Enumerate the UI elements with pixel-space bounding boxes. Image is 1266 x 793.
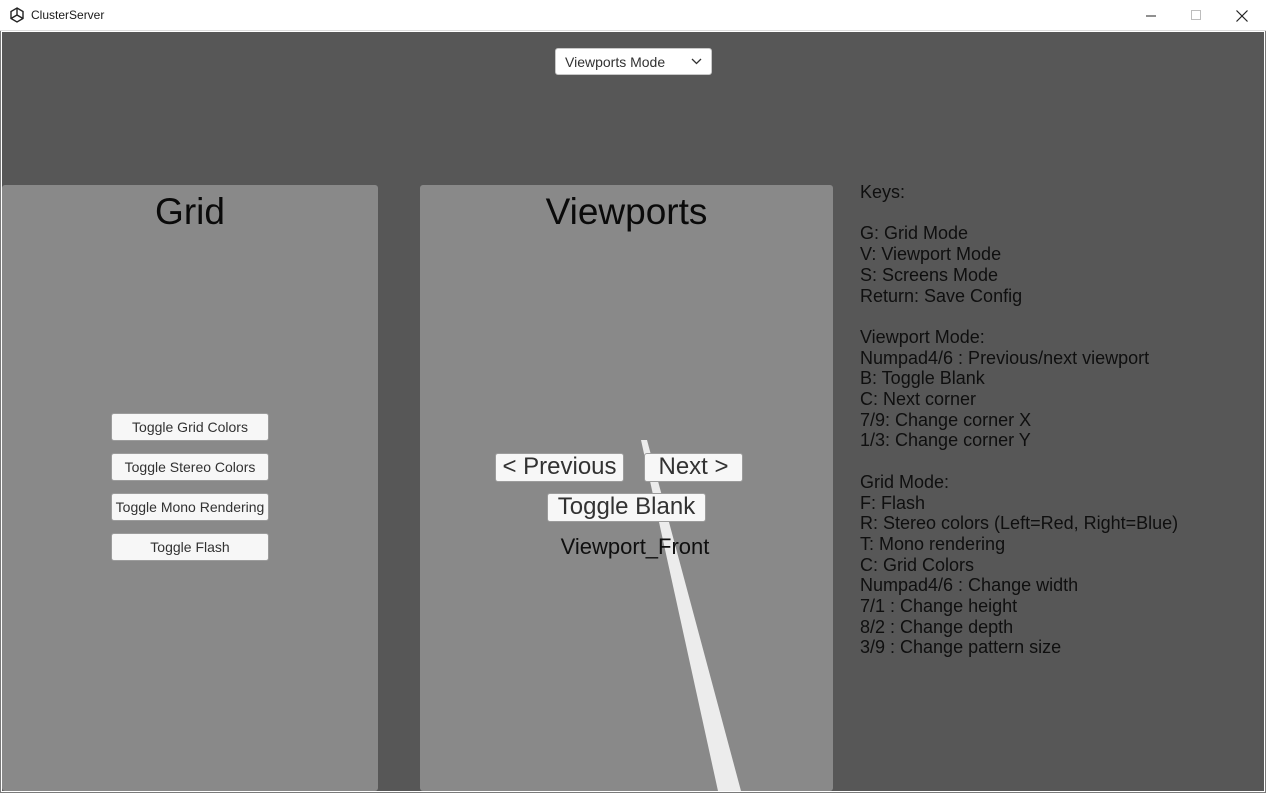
grid-panel: Grid Toggle Grid Colors Toggle Stereo Co… <box>2 185 378 791</box>
keys-line <box>860 306 1260 327</box>
keys-line: 1/3: Change corner Y <box>860 430 1031 451</box>
keys-line: S: Screens Mode <box>860 264 999 285</box>
keys-line: 3/9 : Change pattern size <box>860 637 1062 658</box>
grid-panel-title: Grid <box>155 191 225 232</box>
viewports-panel-title: Viewports <box>545 191 708 232</box>
toggle-stereo-colors-button[interactable]: Toggle Stereo Colors <box>111 453 269 481</box>
mode-dropdown-label: Viewports Mode <box>565 54 666 70</box>
keys-line: R: Stereo colors (Left=Red, Right=Blue) <box>860 513 1179 534</box>
keys-line: Numpad4/6 : Previous/next viewport <box>860 347 1150 368</box>
current-viewport-label: Viewport_Front <box>560 534 710 559</box>
window-title: ClusterServer <box>31 8 105 22</box>
keys-line: F: Flash <box>860 492 926 513</box>
keys-line: Return: Save Config <box>860 285 1023 306</box>
close-button[interactable] <box>1219 0 1265 31</box>
keys-line: V: Viewport Mode <box>860 244 1002 265</box>
previous-viewport-button[interactable]: < Previous <box>495 453 624 482</box>
mode-dropdown[interactable]: Viewports Mode <box>555 48 712 75</box>
maximize-button[interactable] <box>1173 0 1219 31</box>
keys-line: 7/9: Change corner X <box>860 409 1032 430</box>
keys-line: C: Next corner <box>860 389 977 409</box>
minimize-button[interactable] <box>1128 0 1174 31</box>
chevron-down-icon <box>691 58 702 65</box>
keys-line: C: Grid Colors <box>860 554 975 575</box>
keys-line <box>860 203 1260 224</box>
window-title-bar: ClusterServer <box>0 0 1266 31</box>
keys-line: Viewport Mode: <box>860 326 985 347</box>
maximize-icon <box>1190 10 1201 20</box>
keys-line: G: Grid Mode <box>860 223 969 244</box>
next-viewport-button[interactable]: Next > <box>644 453 743 482</box>
close-icon <box>1236 9 1248 22</box>
keys-line: B: Toggle Blank <box>860 368 985 389</box>
viewports-panel: Viewports < Previous Next > Toggle Blank… <box>420 185 833 791</box>
unity-icon <box>10 7 24 23</box>
keys-line: Keys: <box>860 182 906 202</box>
keys-help-text: Keys: G: Grid Mode V: Viewport Mode S: S… <box>860 182 1260 658</box>
keys-line: T: Mono rendering <box>860 533 1006 554</box>
toggle-mono-rendering-button[interactable]: Toggle Mono Rendering <box>111 493 269 521</box>
app-viewport: Viewports Mode Grid Toggle Grid Colors T… <box>2 32 1264 791</box>
keys-line: Grid Mode: <box>860 471 950 492</box>
minimize-icon <box>1145 15 1156 17</box>
toggle-flash-button[interactable]: Toggle Flash <box>111 533 269 561</box>
keys-line: Numpad4/6 : Change width <box>860 575 1079 596</box>
toggle-grid-colors-button[interactable]: Toggle Grid Colors <box>111 413 269 441</box>
toggle-blank-button[interactable]: Toggle Blank <box>547 493 706 522</box>
keys-line: 7/1 : Change height <box>860 596 1018 617</box>
keys-line: 8/2 : Change depth <box>860 616 1014 637</box>
scene-light-beam <box>641 440 741 791</box>
keys-line <box>860 451 1260 472</box>
